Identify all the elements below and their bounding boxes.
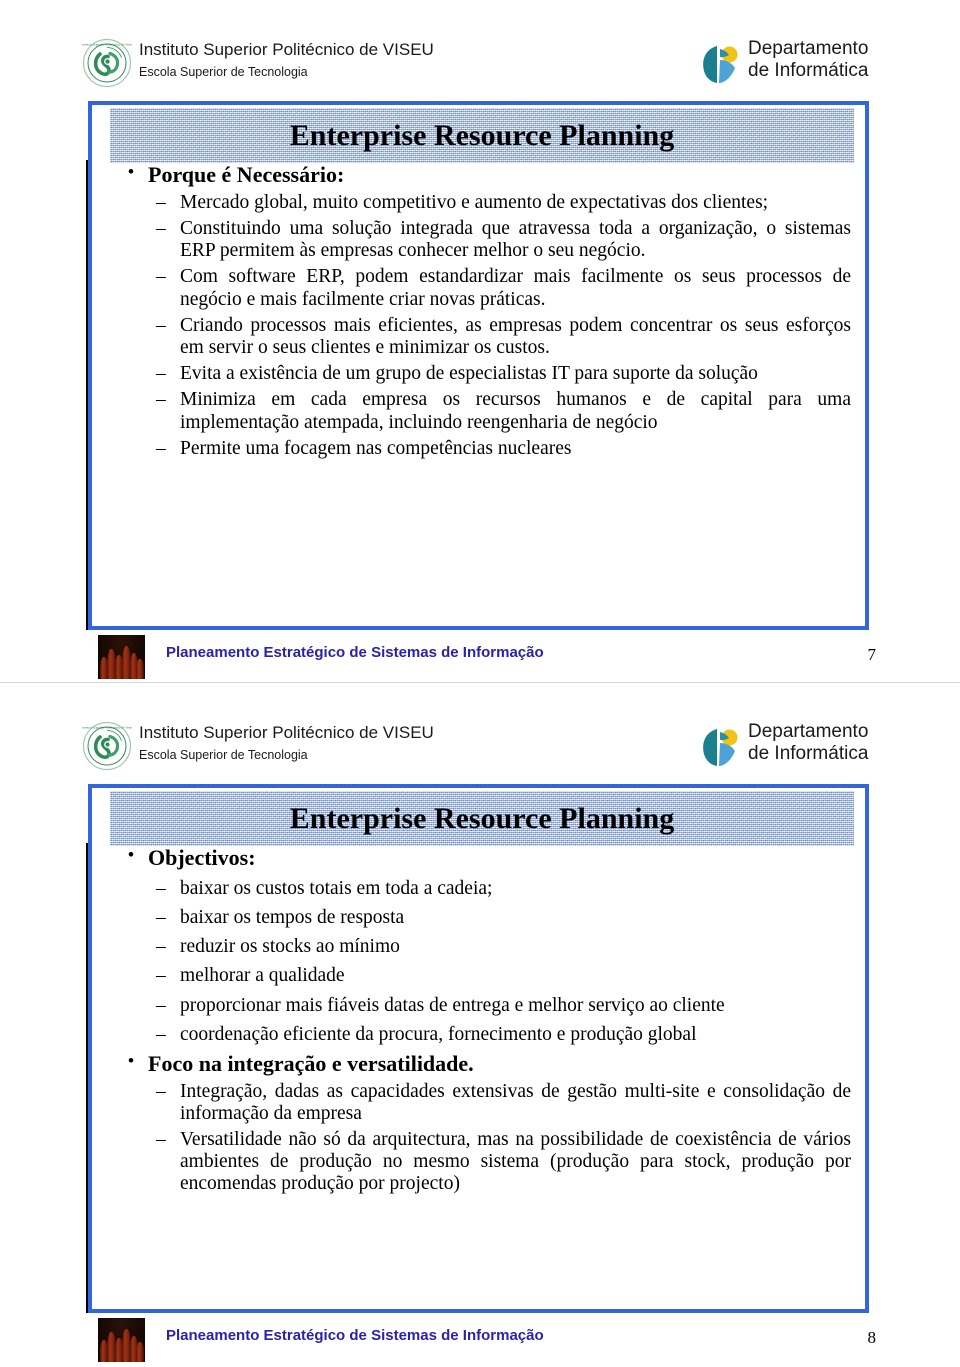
- slide-footer-7: Planeamento Estratégico de Sistemas de I…: [88, 633, 878, 683]
- slide-header: Instituto Superior Politécnico de Viseu …: [0, 0, 960, 88]
- bullet-item: coordenação eficiente da procura, fornec…: [92, 1024, 865, 1046]
- institution-name: Instituto Superior Politécnico de VISEU: [139, 40, 434, 59]
- institution-name: Instituto Superior Politécnico de VISEU: [139, 723, 434, 742]
- bullet-item: Integração, dadas as capacidades extensi…: [92, 1081, 865, 1125]
- svg-text:Instituto Superior Politécnico: Instituto Superior Politécnico de Viseu: [82, 726, 132, 730]
- bullet-item: Minimiza em cada empresa os recursos hum…: [92, 389, 865, 433]
- slide-title: Enterprise Resource Planning: [289, 119, 675, 152]
- institution-school: Escola Superior de Tecnologia: [139, 65, 308, 79]
- institution-text-block: Instituto Superior Politécnico de VISEU …: [139, 723, 659, 762]
- department-line1: Departamento: [748, 38, 869, 59]
- chess-pieces-photo-icon: [98, 635, 145, 679]
- bullet-item: Criando processos mais eficientes, as em…: [92, 315, 865, 359]
- bullet-item: Foco na integração e versatilidade.: [92, 1051, 865, 1077]
- bullet-item: Versatilidade não só da arquitectura, ma…: [92, 1129, 865, 1196]
- page-number: 8: [867, 1328, 877, 1347]
- slide-page-7: Instituto Superior Politécnico de Viseu …: [0, 0, 960, 683]
- bullet-list-7: Porque é Necessário: Mercado global, mui…: [92, 162, 865, 460]
- page-number: 7: [867, 645, 877, 664]
- bullet-item: baixar os custos totais em toda a cadeia…: [92, 878, 865, 900]
- slide-body-8: Objectivos: baixar os custos totais em t…: [92, 845, 865, 1306]
- bullet-item: Porque é Necessário:: [92, 162, 865, 188]
- bullet-item: reduzir os stocks ao mínimo: [92, 936, 865, 958]
- bullet-item: baixar os tempos de resposta: [92, 907, 865, 929]
- institution-school: Escola Superior de Tecnologia: [139, 748, 308, 762]
- department-line1: Departamento: [748, 721, 869, 742]
- slide-title-band: Enterprise Resource Planning: [110, 108, 854, 163]
- slide-page-8: Instituto Superior Politécnico de Viseu …: [0, 683, 960, 1367]
- chess-pieces-photo-icon: [98, 1318, 145, 1362]
- viseu-seal-icon: Instituto Superior Politécnico de Viseu: [81, 38, 133, 88]
- institution-text-block: Instituto Superior Politécnico de VISEU …: [139, 40, 659, 79]
- department-line2: de Informática: [748, 743, 869, 765]
- viseu-seal-icon: Instituto Superior Politécnico de Viseu: [81, 721, 133, 771]
- footer-course-title: Planeamento Estratégico de Sistemas de I…: [166, 1327, 544, 1344]
- slide-frame-7: Enterprise Resource Planning Porque é Ne…: [88, 101, 869, 630]
- bullet-item: Constituindo uma solução integrada que a…: [92, 218, 865, 262]
- bullet-item: melhorar a qualidade: [92, 965, 865, 987]
- bullet-item: Mercado global, muito competitivo e aume…: [92, 192, 865, 214]
- department-text-block: Departamento de Informática: [748, 38, 868, 83]
- department-line2: de Informática: [748, 60, 869, 82]
- bullet-item: proporcionar mais fiáveis datas de entre…: [92, 995, 865, 1017]
- slide-footer-8: Planeamento Estratégico de Sistemas de I…: [88, 1316, 878, 1366]
- slide-title-band: Enterprise Resource Planning: [110, 791, 854, 846]
- footer-course-title: Planeamento Estratégico de Sistemas de I…: [166, 644, 544, 661]
- departamento-informatica-logo-icon: [697, 723, 743, 769]
- bullet-item: Com software ERP, podem estandardizar ma…: [92, 266, 865, 310]
- slide-title: Enterprise Resource Planning: [289, 802, 675, 835]
- slide-body-7: Porque é Necessário: Mercado global, mui…: [92, 162, 865, 623]
- department-text-block: Departamento de Informática: [748, 721, 868, 766]
- departamento-informatica-logo-icon: [697, 40, 743, 86]
- bullet-item: Permite uma focagem nas competências nuc…: [92, 438, 865, 460]
- bullet-list-8: Objectivos: baixar os custos totais em t…: [92, 845, 865, 1196]
- bullet-item: Evita a existência de um grupo de especi…: [92, 363, 865, 385]
- slide-header: Instituto Superior Politécnico de Viseu …: [0, 683, 960, 771]
- bullet-item: Objectivos:: [92, 845, 865, 871]
- svg-text:Instituto Superior Politécnico: Instituto Superior Politécnico de Viseu: [82, 43, 132, 47]
- slide-frame-8: Enterprise Resource Planning Objectivos:…: [88, 784, 869, 1313]
